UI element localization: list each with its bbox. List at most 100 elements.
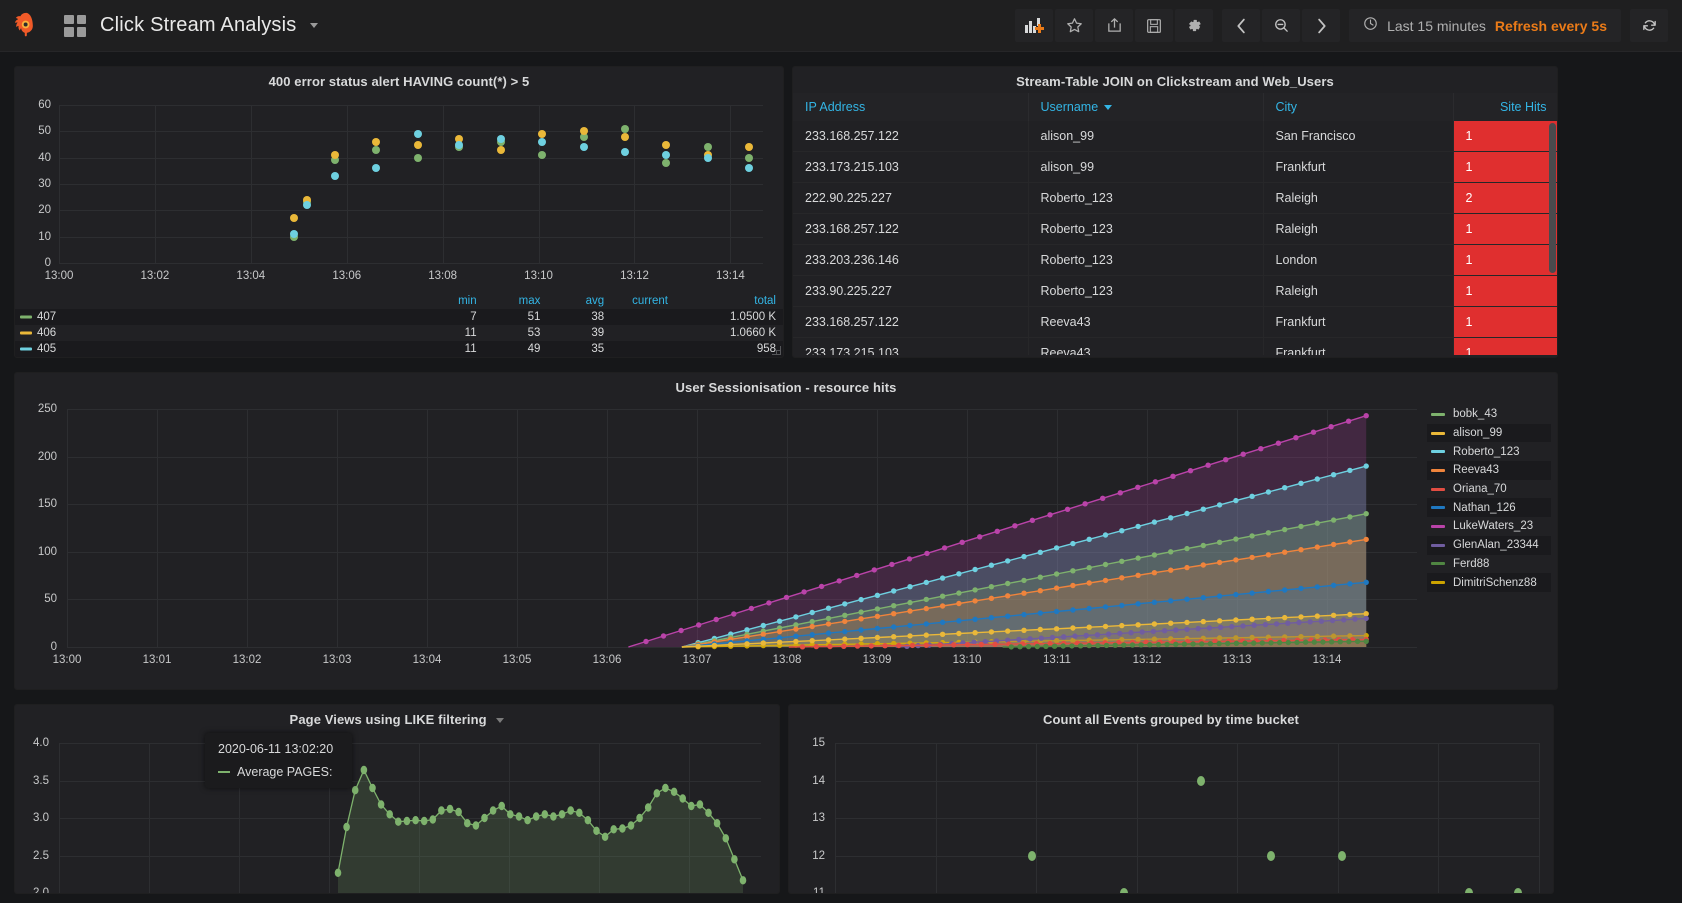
dashboard-grid-icon[interactable] bbox=[64, 15, 86, 37]
legend-column-header[interactable]: avg bbox=[547, 293, 611, 309]
legend-series-name[interactable]: 407 bbox=[15, 309, 420, 325]
top-navbar: Click Stream Analysis bbox=[0, 0, 1682, 52]
legend-series-name: GlenAlan_23344 bbox=[1453, 539, 1539, 551]
data-point bbox=[414, 130, 422, 138]
table-row[interactable]: 233.168.257.122Reeva43Frankfurt1 bbox=[793, 307, 1557, 338]
legend-total-value: 1.0500 K bbox=[675, 309, 783, 325]
star-button[interactable] bbox=[1055, 9, 1093, 42]
grid-cell bbox=[77, 15, 87, 25]
add-panel-button[interactable] bbox=[1015, 9, 1053, 42]
table-row[interactable]: 222.90.225.227Roberto_123Raleigh2 bbox=[793, 183, 1557, 214]
zoom-out-button[interactable] bbox=[1262, 9, 1300, 42]
data-point bbox=[704, 143, 712, 151]
dashboard-row-3: Page Views using LIKE filtering 2.02.53.… bbox=[14, 704, 1668, 894]
x-axis-tick: 13:04 bbox=[236, 270, 265, 282]
join-table-scroll-region[interactable]: IP AddressUsernameCitySite Hits 233.168.… bbox=[793, 93, 1557, 355]
table-row[interactable]: 233.90.225.227Roberto_123Raleigh1 bbox=[793, 276, 1557, 307]
legend-item-reeva43[interactable]: Reeva43 bbox=[1427, 461, 1551, 480]
data-point bbox=[662, 159, 670, 167]
table-cell-site-hits: 1 bbox=[1453, 338, 1557, 356]
legend-item-oriana_70[interactable]: Oriana_70 bbox=[1427, 480, 1551, 499]
data-point bbox=[1120, 888, 1128, 894]
legend-column-header[interactable]: total bbox=[675, 293, 783, 309]
table-cell-city: London bbox=[1263, 245, 1453, 276]
legend-color-swatch bbox=[20, 348, 32, 351]
legend-column-header[interactable]: min bbox=[420, 293, 484, 309]
panel-resize-handle[interactable] bbox=[771, 345, 781, 355]
dashboard-title-menu[interactable]: Click Stream Analysis bbox=[100, 14, 318, 37]
legend-max-value: 53 bbox=[484, 325, 548, 341]
data-point bbox=[303, 201, 311, 209]
data-point bbox=[745, 164, 753, 172]
x-axis-tick: 13:12 bbox=[620, 270, 649, 282]
legend-item-lukewaters_23[interactable]: LukeWaters_23 bbox=[1427, 517, 1551, 536]
table-cell-site-hits: 2 bbox=[1453, 183, 1557, 214]
legend-item-nathan_126[interactable]: Nathan_126 bbox=[1427, 498, 1551, 517]
legend-color-swatch bbox=[1431, 469, 1445, 472]
time-range-picker[interactable]: Last 15 minutes Refresh every 5s bbox=[1349, 9, 1621, 42]
area-chart-user-sessions[interactable]: 05010015020025013:0013:0113:0213:0313:04… bbox=[15, 399, 1425, 677]
data-point bbox=[1197, 776, 1205, 786]
sort-desc-caret-icon[interactable] bbox=[1104, 105, 1112, 110]
data-point bbox=[662, 151, 670, 159]
sessions-plot-svg bbox=[15, 399, 1425, 677]
legend-item-glenalan_23344[interactable]: GlenAlan_23344 bbox=[1427, 536, 1551, 555]
panel-title-count-events[interactable]: Count all Events grouped by time bucket bbox=[789, 705, 1553, 731]
table-scrollbar[interactable] bbox=[1549, 123, 1556, 273]
y-axis-tick: 30 bbox=[15, 178, 51, 190]
table-cell-site-hits: 1 bbox=[1453, 152, 1557, 183]
settings-button[interactable] bbox=[1175, 9, 1213, 42]
tooltip-series-swatch bbox=[218, 771, 230, 773]
save-button[interactable] bbox=[1135, 9, 1173, 42]
panel-title-400-error[interactable]: 400 error status alert HAVING count(*) >… bbox=[15, 67, 783, 93]
table-row[interactable]: 233.168.257.122Roberto_123Raleigh1 bbox=[793, 214, 1557, 245]
table-column-header-site-hits[interactable]: Site Hits bbox=[1453, 93, 1557, 121]
legend-series-name[interactable]: 405 bbox=[15, 341, 420, 357]
legend-item-dimitrischenz88[interactable]: DimitriSchenz88 bbox=[1427, 573, 1551, 592]
legend-row[interactable]: 407751381.0500 K bbox=[15, 309, 783, 325]
scatter-plot-400-errors[interactable]: 010203040506013:0013:0213:0413:0613:0813… bbox=[15, 93, 784, 293]
data-point bbox=[621, 133, 629, 141]
legend-row[interactable]: 4061153391.0660 K bbox=[15, 325, 783, 341]
table-column-header-city[interactable]: City bbox=[1263, 93, 1453, 121]
legend-column-header[interactable]: current bbox=[611, 293, 675, 309]
legend-series-name: Oriana_70 bbox=[1453, 483, 1507, 495]
legend-color-swatch bbox=[1431, 544, 1445, 547]
legend-current-value bbox=[611, 341, 675, 357]
legend-item-alison_99[interactable]: alison_99 bbox=[1427, 424, 1551, 443]
table-column-header-username[interactable]: Username bbox=[1028, 93, 1263, 121]
navbar-actions: Last 15 minutes Refresh every 5s bbox=[1006, 9, 1682, 42]
legend-color-swatch bbox=[1431, 506, 1445, 509]
table-header-row: IP AddressUsernameCitySite Hits bbox=[793, 93, 1557, 121]
legend-total-value: 958 bbox=[675, 341, 783, 357]
data-point bbox=[621, 148, 629, 156]
share-button[interactable] bbox=[1095, 9, 1133, 42]
legend-column-header[interactable]: max bbox=[484, 293, 548, 309]
legend-item-roberto_123[interactable]: Roberto_123 bbox=[1427, 442, 1551, 461]
table-row[interactable]: 233.168.257.122alison_99San Francisco1 bbox=[793, 121, 1557, 152]
legend-series-name[interactable]: 406 bbox=[15, 325, 420, 341]
legend-row[interactable]: 405114935958 bbox=[15, 341, 783, 357]
time-back-button[interactable] bbox=[1222, 9, 1260, 42]
legend-series-name: LukeWaters_23 bbox=[1453, 520, 1533, 532]
table-row[interactable]: 233.203.236.146Roberto_123London1 bbox=[793, 245, 1557, 276]
table-column-header-ip-address[interactable]: IP Address bbox=[793, 93, 1028, 121]
legend-avg-value: 38 bbox=[547, 309, 611, 325]
grafana-logo-icon[interactable] bbox=[0, 0, 52, 52]
table-row[interactable]: 233.173.215.103alison_99Frankfurt1 bbox=[793, 152, 1557, 183]
panel-title-stream-table-join[interactable]: Stream-Table JOIN on Clickstream and Web… bbox=[793, 67, 1557, 93]
y-axis-tick: 40 bbox=[15, 152, 51, 164]
legend-item-ferd88[interactable]: Ferd88 bbox=[1427, 555, 1551, 574]
table-row[interactable]: 233.173.215.103Reeva43Frankfurt1 bbox=[793, 338, 1557, 356]
data-point bbox=[1514, 888, 1522, 894]
y-axis-tick: 15 bbox=[789, 737, 825, 749]
refresh-button[interactable] bbox=[1630, 9, 1668, 42]
time-forward-button[interactable] bbox=[1302, 9, 1340, 42]
table-cell-ip: 222.90.225.227 bbox=[793, 183, 1028, 214]
panel-title-page-views[interactable]: Page Views using LIKE filtering bbox=[15, 705, 779, 731]
legend-item-bobk_43[interactable]: bobk_43 bbox=[1427, 405, 1551, 424]
legend-color-swatch bbox=[1431, 432, 1445, 435]
chevron-down-icon[interactable] bbox=[496, 718, 504, 723]
panel-title-user-sessionisation[interactable]: User Sessionisation - resource hits bbox=[15, 373, 1557, 399]
legend-color-swatch bbox=[1431, 450, 1445, 453]
